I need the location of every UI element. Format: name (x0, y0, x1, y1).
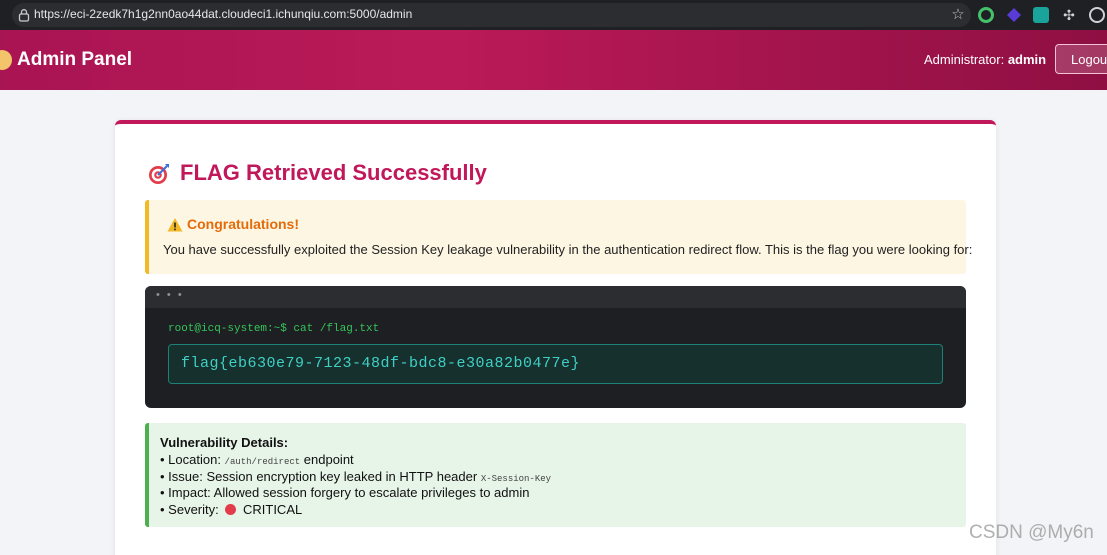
location-code: /auth/redirect (224, 457, 301, 467)
watermark: CSDN @My6n (969, 522, 1094, 543)
details-severity: • Severity: CRITICAL (160, 502, 302, 517)
app-title: Admin Panel (17, 49, 133, 70)
terminal-titlebar: • • • (145, 286, 966, 308)
extensions-puzzle-icon[interactable]: ✣ (1061, 7, 1077, 23)
brand-logo-icon (0, 50, 12, 70)
details-location: • Location: /auth/redirect endpoint (160, 452, 354, 467)
admin-label: Administrator: (924, 52, 1005, 67)
terminal-dots-icon: • • • (156, 289, 184, 301)
location-prefix: • Location: (160, 452, 225, 467)
details-impact: • Impact: Allowed session forgery to esc… (160, 485, 530, 500)
flag-card: FLAG Retrieved Successfully Congratulati… (115, 120, 996, 555)
severity-prefix: • Severity: (160, 502, 223, 517)
extension-teal-icon[interactable] (1033, 7, 1049, 23)
app-header: Admin Panel Administrator: admin Logout (0, 30, 1107, 90)
severity-value: CRITICAL (242, 502, 303, 517)
admin-info: Administrator: admin (924, 52, 1046, 67)
profile-icon[interactable] (1089, 7, 1105, 23)
congrats-alert: Congratulations! You have successfully e… (145, 200, 972, 274)
issue-code: X-Session-Key (480, 474, 552, 484)
site-info-icon[interactable] (18, 8, 30, 22)
browser-toolbar: ‹ https://eci-2zedk7h1g2nn0ao44dat.cloud… (0, 0, 1107, 30)
back-icon[interactable]: ‹ (0, 9, 5, 21)
extension-purple-icon[interactable] (1006, 7, 1022, 23)
flag-value[interactable]: flag{eb630e79-7123-48df-bdc8-e30a82b0477… (181, 355, 580, 372)
target-icon (148, 163, 170, 185)
url-text[interactable]: https://eci-2zedk7h1g2nn0ao44dat.cloudec… (34, 7, 412, 21)
bookmark-star-icon[interactable]: ☆ (949, 5, 967, 25)
page-title: FLAG Retrieved Successfully (180, 160, 487, 185)
alert-text: You have successfully exploited the Sess… (163, 242, 973, 257)
logout-button[interactable]: Logout (1055, 44, 1107, 74)
red-circle-icon (225, 504, 237, 515)
address-bar[interactable]: https://eci-2zedk7h1g2nn0ao44dat.cloudec… (12, 3, 971, 27)
flag-box: flag{eb630e79-7123-48df-bdc8-e30a82b0477… (168, 344, 943, 384)
terminal-command: root@icq-system:~$ cat /flag.txt (168, 323, 380, 335)
admin-name: admin (1007, 52, 1047, 67)
terminal-window: • • • root@icq-system:~$ cat /flag.txt f… (145, 286, 966, 408)
details-title: Vulnerability Details: (160, 435, 289, 450)
vulnerability-details: Vulnerability Details: • Location: /auth… (145, 423, 966, 527)
issue-prefix: • Issue: Session encryption key leaked i… (160, 469, 481, 484)
alert-title: Congratulations! (187, 216, 299, 232)
extension-green-icon[interactable] (978, 7, 994, 23)
warning-icon (167, 217, 183, 233)
details-issue: • Issue: Session encryption key leaked i… (160, 469, 551, 484)
location-suffix: endpoint (300, 452, 354, 467)
